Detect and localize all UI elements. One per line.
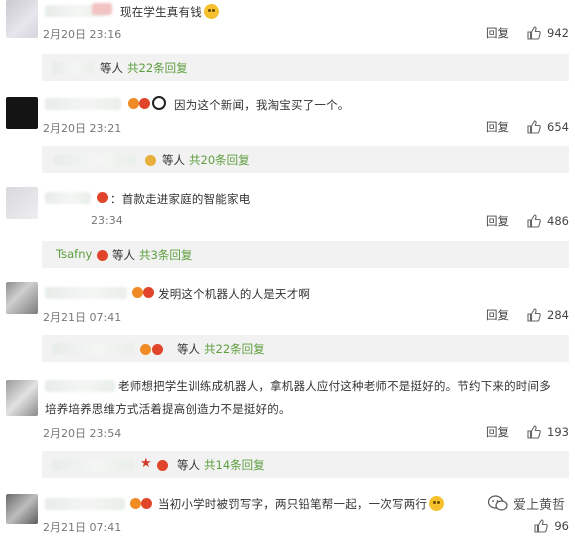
comment-text: 因为这个新闻，我淘宝买了一个。	[174, 98, 350, 112]
replies-label: 等人	[100, 61, 123, 75]
username-blurred[interactable]	[45, 98, 121, 110]
avatar[interactable]	[6, 282, 38, 314]
thumbs-up-icon	[534, 519, 549, 533]
like-count: 96	[554, 519, 569, 533]
vip-badge-icon	[132, 287, 143, 298]
reply-button[interactable]: 回复	[486, 119, 509, 135]
replies-count-link[interactable]: 共22条回复	[127, 61, 188, 75]
replies-count-link[interactable]: 共20条回复	[189, 153, 250, 167]
username-blurred	[52, 343, 134, 355]
thumbs-up-icon	[527, 26, 541, 40]
username-blurred[interactable]	[45, 380, 115, 392]
comment-text: 当初小学时被罚写字，两只铅笔帮一起，一次写两行	[158, 496, 445, 512]
replies-summary[interactable]: 等人 共22条回复	[42, 335, 569, 362]
thumbs-up-icon	[527, 214, 541, 228]
comment-time: 2月20日 23:21	[43, 122, 122, 135]
thumbs-up-icon	[527, 308, 541, 322]
panda-emoji-icon	[152, 96, 166, 110]
comment-4: 发明这个机器人的人是天才啊 2月21日 07:41 回复 284 等人 共22条回…	[0, 280, 575, 370]
comment-actions: 回复 486	[486, 213, 569, 229]
like-button[interactable]: 284	[527, 308, 569, 322]
wechat-logo-icon	[487, 495, 508, 511]
like-count: 942	[547, 26, 569, 40]
reply-username[interactable]: Tsafny	[56, 247, 92, 261]
like-button[interactable]: 96	[534, 519, 569, 533]
comment-text-line2: 培养培养思维方式活着提高创造力不是挺好的。	[45, 402, 291, 416]
comment-time: 2月20日 23:54	[43, 427, 122, 440]
comment-actions: 96	[534, 518, 569, 534]
comment-text: 发明这个机器人的人是天才啊	[158, 287, 311, 301]
comment-time: 2月20日 23:16	[43, 28, 122, 41]
username-blurred	[52, 62, 94, 74]
laugh-emoji-icon	[203, 4, 219, 19]
like-button[interactable]: 654	[527, 120, 569, 134]
watermark: 爱上黄哲	[485, 494, 567, 513]
comment-text: ：首款走进家庭的智能家电	[110, 192, 251, 206]
avatar[interactable]	[6, 97, 38, 129]
replies-label: 等人	[177, 342, 200, 356]
comment-actions: 回复 284	[486, 307, 569, 323]
like-count: 284	[547, 308, 569, 322]
comment-time: 2月21日 07:41	[43, 521, 122, 534]
vip-badge-icon	[143, 287, 154, 298]
username-blurred[interactable]	[45, 498, 125, 510]
comment-3: ：首款走进家庭的智能家电 23:34 回复 486 Tsafny 等人 共3条回复	[0, 185, 575, 275]
comment-5: 老师想把学生训练成机器人，拿机器人应付这种老师不是挺好的。节约下来的时间多 培养…	[0, 372, 575, 482]
reply-button[interactable]: 回复	[486, 424, 509, 440]
thumbs-up-icon	[527, 120, 541, 134]
replies-label: 等人	[177, 458, 200, 472]
comment-1: 现在学生真有钱 2月20日 23:16 回复 942 等人 共22条回复	[0, 0, 575, 85]
avatar[interactable]	[6, 0, 38, 38]
vip-badge-icon	[141, 498, 152, 509]
thumbs-up-icon	[527, 425, 541, 439]
comment-2: 因为这个新闻，我淘宝买了一个。 2月20日 23:21 回复 654 等人 共20…	[0, 92, 575, 180]
like-button[interactable]: 193	[527, 425, 569, 439]
vip-badge-icon	[157, 460, 168, 471]
vip-badge-icon	[128, 98, 139, 109]
username-blurred[interactable]	[45, 192, 91, 204]
comment-actions: 回复 193	[486, 424, 569, 440]
vip-badge-icon	[130, 498, 141, 509]
like-button[interactable]: 942	[527, 26, 569, 40]
vip-badge-icon	[145, 155, 156, 166]
replies-label: 等人	[112, 248, 135, 262]
replies-summary[interactable]: ★ 等人 共14条回复	[42, 451, 569, 478]
vip-badge-icon	[140, 344, 151, 355]
reply-button[interactable]: 回复	[486, 213, 509, 229]
replies-summary[interactable]: 等人 共22条回复	[42, 54, 569, 81]
replies-count-link[interactable]: 共3条回复	[139, 248, 192, 262]
vip-badge-icon	[139, 98, 150, 109]
like-button[interactable]: 486	[527, 214, 569, 228]
vip-badge-icon	[152, 344, 163, 355]
replies-label: 等人	[162, 153, 185, 167]
username-blurred	[92, 3, 112, 15]
vip-badge-icon	[97, 192, 108, 203]
replies-summary[interactable]: 等人 共20条回复	[42, 146, 569, 173]
comment-actions: 回复 654	[486, 119, 569, 135]
like-count: 486	[547, 214, 569, 228]
comment-actions: 回复 942	[486, 25, 569, 41]
like-count: 654	[547, 120, 569, 134]
replies-summary[interactable]: Tsafny 等人 共3条回复	[42, 241, 569, 268]
avatar[interactable]	[6, 187, 38, 219]
laugh-emoji-icon	[429, 496, 445, 511]
username-blurred	[54, 154, 136, 166]
comment-text: 现在学生真有钱	[120, 4, 219, 20]
star-badge-icon: ★	[140, 456, 152, 471]
avatar[interactable]	[6, 494, 38, 524]
comment-time: 2月21日 07:41	[43, 311, 122, 324]
vip-badge-icon	[97, 250, 108, 261]
comment-time: 23:34	[91, 214, 123, 227]
replies-count-link[interactable]: 共14条回复	[204, 458, 265, 472]
username-blurred[interactable]	[45, 287, 127, 299]
replies-count-link[interactable]: 共22条回复	[204, 342, 265, 356]
username-blurred	[52, 459, 134, 471]
watermark-text: 爱上黄哲	[512, 498, 565, 513]
avatar[interactable]	[6, 380, 38, 416]
comment-text: 老师想把学生训练成机器人，拿机器人应付这种老师不是挺好的。节约下来的时间多	[118, 379, 551, 393]
reply-button[interactable]: 回复	[486, 25, 509, 41]
reply-button[interactable]: 回复	[486, 307, 509, 323]
like-count: 193	[547, 425, 569, 439]
